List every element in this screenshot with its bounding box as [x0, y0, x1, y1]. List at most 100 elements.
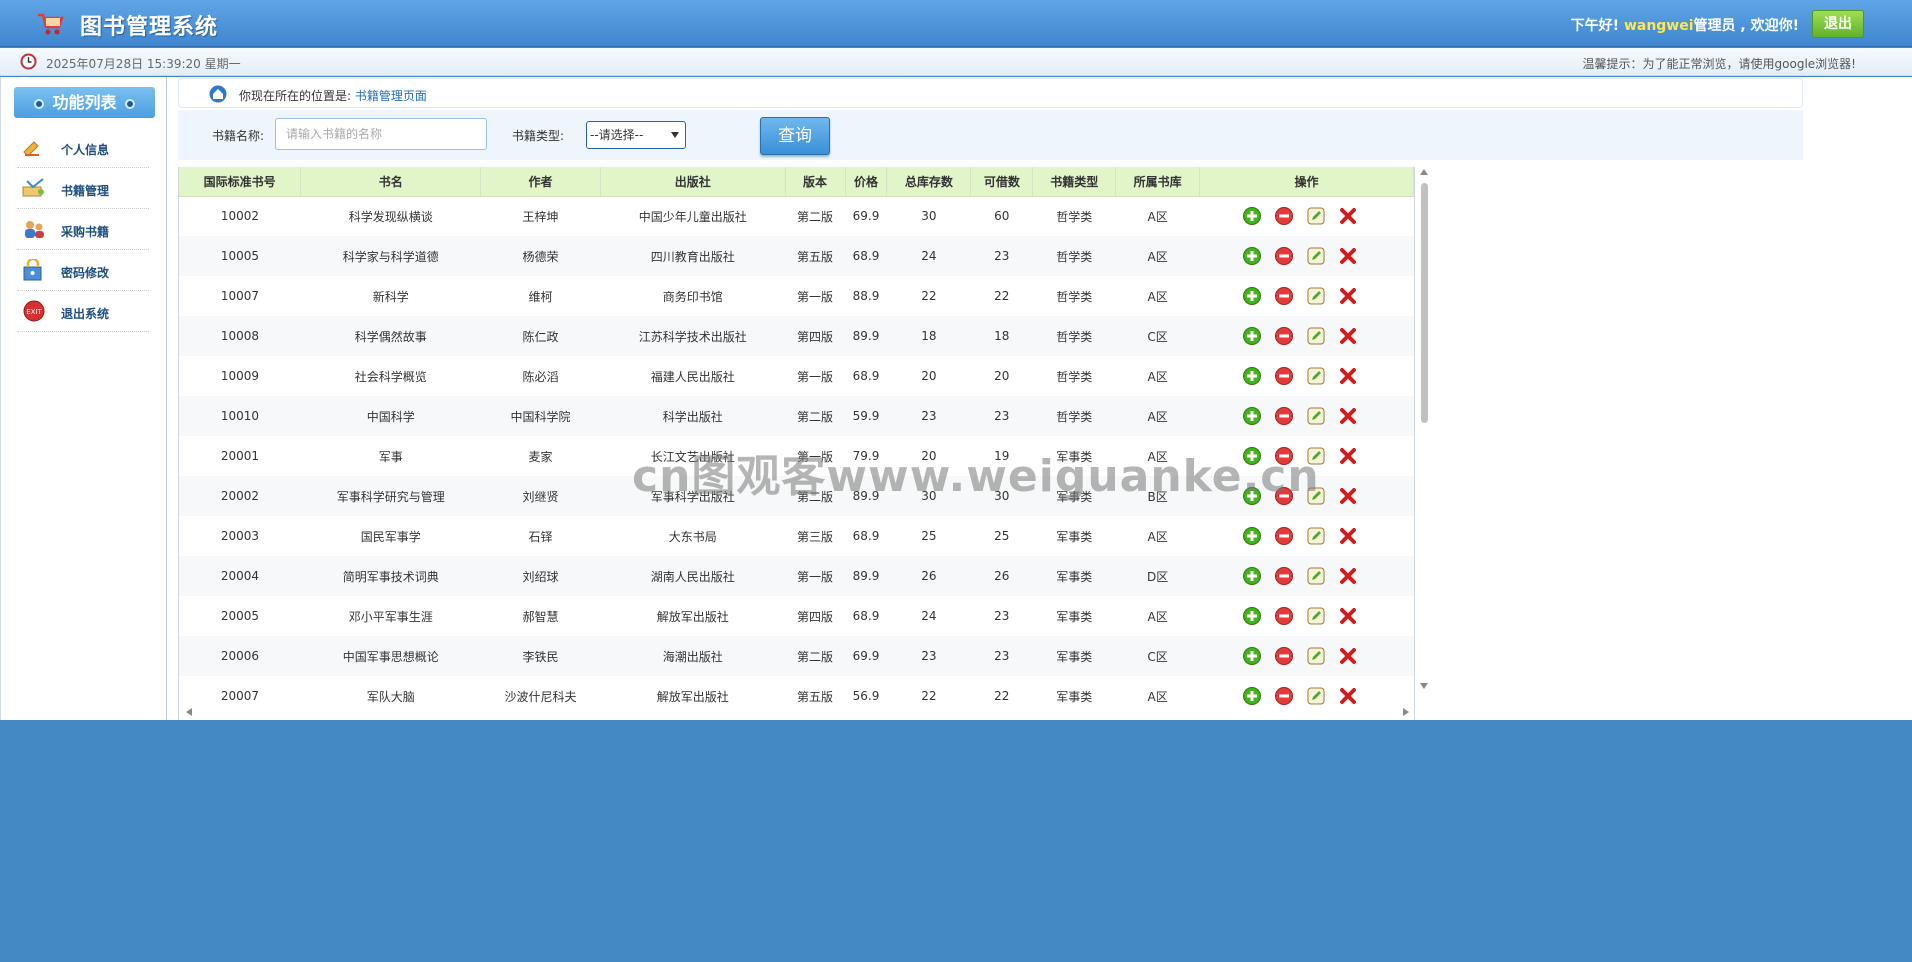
edit-icon[interactable]: [1306, 406, 1326, 426]
minus-icon[interactable]: [1274, 246, 1294, 266]
minus-icon[interactable]: [1274, 286, 1294, 306]
add-icon[interactable]: [1242, 366, 1262, 386]
vertical-scrollbar[interactable]: [1419, 169, 1429, 689]
column-header: 书籍类型: [1032, 167, 1117, 197]
table-row: 10008 科学偶然故事 陈仁政 江苏科学技术出版社 第四版 89.9 18 18 哲学类 C区: [179, 316, 1414, 356]
table-cell: 郝智慧: [522, 609, 559, 624]
row-actions: [1200, 366, 1414, 386]
edit-icon[interactable]: [1306, 326, 1326, 346]
edit-icon[interactable]: [1306, 366, 1326, 386]
edit-icon[interactable]: [1306, 286, 1326, 306]
edit-icon[interactable]: [1306, 606, 1326, 626]
column-header: 版本: [785, 167, 846, 197]
edit-icon[interactable]: [1306, 646, 1326, 666]
add-icon[interactable]: [1242, 246, 1262, 266]
table-cell: 解放军出版社: [656, 609, 729, 624]
table-cell: 60: [994, 209, 1010, 224]
minus-icon[interactable]: [1274, 566, 1294, 586]
minus-icon[interactable]: [1274, 606, 1294, 626]
app-title: 图书管理系统: [80, 15, 219, 40]
delete-icon[interactable]: [1338, 446, 1358, 466]
table-cell: 江苏科学技术出版社: [638, 329, 747, 344]
table-cell: 第一版: [797, 569, 834, 584]
delete-icon[interactable]: [1338, 326, 1358, 346]
scroll-right-icon[interactable]: [1403, 708, 1409, 716]
sidebar-item-purchase[interactable]: 采购书籍: [17, 209, 149, 250]
edit-icon[interactable]: [1306, 686, 1326, 706]
add-icon[interactable]: [1242, 406, 1262, 426]
delete-icon[interactable]: [1338, 526, 1358, 546]
edit-icon[interactable]: [1306, 206, 1326, 226]
table-row: 20003 国民军事学 石铎 大东书局 第三版 68.9 25 25 军事类 A区: [179, 516, 1414, 556]
delete-icon[interactable]: [1338, 646, 1358, 666]
table-cell: 24: [921, 249, 937, 263]
delete-icon[interactable]: [1338, 566, 1358, 586]
delete-icon[interactable]: [1338, 246, 1358, 266]
table-cell: 26: [994, 569, 1010, 583]
minus-icon[interactable]: [1274, 326, 1294, 346]
add-icon[interactable]: [1242, 686, 1262, 706]
sidebar-item-exit[interactable]: EXIT 退出系统: [17, 291, 149, 332]
book-name-input[interactable]: [275, 118, 487, 150]
delete-icon[interactable]: [1338, 206, 1358, 226]
table-cell: 王梓坤: [522, 209, 559, 224]
table-cell: 国民军事学: [360, 529, 421, 544]
actions-cell: [1200, 556, 1414, 596]
minus-icon[interactable]: [1274, 526, 1294, 546]
sidebar-item-label: 采购书籍: [61, 225, 110, 239]
horizontal-scrollbar[interactable]: [186, 707, 1409, 717]
delete-icon[interactable]: [1338, 686, 1358, 706]
add-icon[interactable]: [1242, 286, 1262, 306]
delete-icon[interactable]: [1338, 286, 1358, 306]
exit-icon: EXIT: [23, 300, 45, 322]
greeting-prefix: 下午好!: [1570, 18, 1620, 34]
minus-icon[interactable]: [1274, 686, 1294, 706]
table-cell: 68.9: [852, 529, 880, 543]
minus-icon[interactable]: [1274, 646, 1294, 666]
edit-icon[interactable]: [1306, 246, 1326, 266]
scroll-up-icon[interactable]: [1420, 169, 1428, 175]
table-cell: 军事类: [1056, 569, 1093, 584]
minus-icon[interactable]: [1274, 206, 1294, 226]
table-cell: 18: [921, 329, 937, 343]
table-cell: C区: [1147, 649, 1168, 664]
row-actions: [1200, 326, 1414, 346]
table-cell: 23: [994, 609, 1010, 623]
add-icon[interactable]: [1242, 526, 1262, 546]
scroll-down-icon[interactable]: [1420, 683, 1428, 689]
delete-icon[interactable]: [1338, 406, 1358, 426]
table-cell: 23: [994, 249, 1010, 263]
add-icon[interactable]: [1242, 606, 1262, 626]
table-cell: 陈仁政: [522, 329, 559, 344]
sidebar-item-password[interactable]: 密码修改: [17, 250, 149, 291]
table-cell: 20: [921, 369, 937, 383]
table-cell: 20: [994, 369, 1010, 383]
table-cell: 刘绍球: [522, 569, 559, 584]
minus-icon[interactable]: [1274, 366, 1294, 386]
add-icon[interactable]: [1242, 566, 1262, 586]
delete-icon[interactable]: [1338, 366, 1358, 386]
add-icon[interactable]: [1242, 326, 1262, 346]
row-actions: [1200, 686, 1414, 706]
scroll-thumb[interactable]: [1421, 183, 1428, 423]
query-button[interactable]: 查询: [760, 117, 830, 155]
minus-icon[interactable]: [1274, 406, 1294, 426]
table-cell: 30: [921, 209, 937, 224]
breadcrumb-current[interactable]: 书籍管理页面: [355, 89, 427, 103]
delete-icon[interactable]: [1338, 486, 1358, 506]
greeting: 下午好! wangwei管理员 , 欢迎你!: [1571, 15, 1799, 35]
add-icon[interactable]: [1242, 206, 1262, 226]
scroll-left-icon[interactable]: [186, 708, 192, 716]
table-cell: 大东书局: [668, 529, 717, 544]
edit-icon[interactable]: [1306, 526, 1326, 546]
delete-icon[interactable]: [1338, 606, 1358, 626]
add-icon[interactable]: [1242, 646, 1262, 666]
sidebar-item-profile[interactable]: 个人信息: [17, 127, 149, 168]
home-icon: [209, 85, 227, 103]
sidebar-item-book-manage[interactable]: 书籍管理: [17, 168, 149, 209]
logout-button[interactable]: 退出: [1812, 10, 1864, 38]
table-cell: 哲学类: [1056, 369, 1093, 384]
edit-icon[interactable]: [1306, 566, 1326, 586]
book-type-select[interactable]: --请选择--: [586, 121, 686, 149]
table-cell: 68.9: [852, 369, 880, 383]
